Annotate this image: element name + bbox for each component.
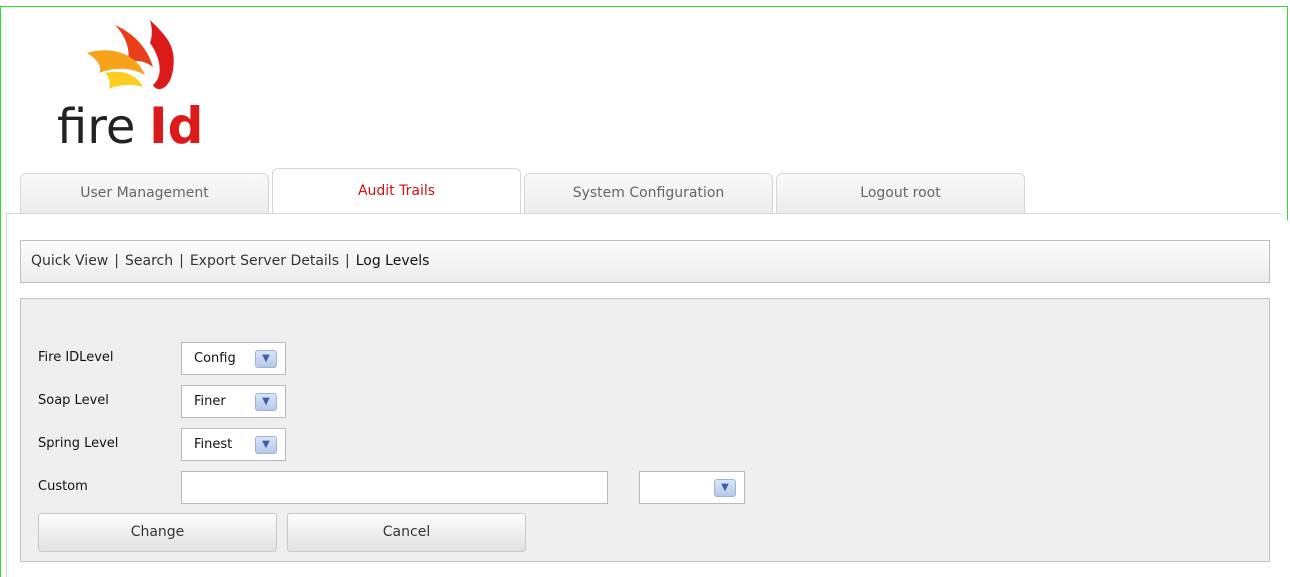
fireid-level-label: Fire IDLevel <box>38 350 114 365</box>
fireid-level-value: Config <box>194 351 236 366</box>
soap-level-select[interactable]: Finer ▼ <box>181 385 286 418</box>
tab-user-management[interactable]: User Management <box>20 173 269 214</box>
spring-level-label: Spring Level <box>38 436 119 451</box>
fireid-level-select[interactable]: Config ▼ <box>181 342 286 375</box>
custom-label: Custom <box>38 479 88 494</box>
subnav-separator: | <box>179 253 184 269</box>
chevron-down-icon[interactable]: ▼ <box>255 436 277 454</box>
spring-level-select[interactable]: Finest ▼ <box>181 428 286 461</box>
cancel-button[interactable]: Cancel <box>287 513 526 552</box>
sub-navigation: Quick View | Search | Export Server Details |… <box>20 240 1270 283</box>
logo-flame-yellow <box>105 71 143 89</box>
subnav-export-server-details[interactable]: Export Server Details <box>190 253 339 269</box>
logo-text-fire: fire <box>57 99 135 150</box>
spring-level-value: Finest <box>194 437 233 452</box>
custom-level-select[interactable]: ▼ <box>639 471 745 504</box>
soap-level-label: Soap Level <box>38 393 109 408</box>
tab-logout[interactable]: Logout root <box>776 173 1025 214</box>
fireid-logo: fire Id <box>57 20 203 150</box>
subnav-search[interactable]: Search <box>125 253 173 269</box>
soap-level-value: Finer <box>194 394 226 409</box>
logo-text-id: Id <box>149 97 203 150</box>
subnav-log-levels[interactable]: Log Levels <box>356 253 430 269</box>
tab-system-configuration[interactable]: System Configuration <box>524 173 773 214</box>
chevron-down-icon[interactable]: ▼ <box>255 393 277 411</box>
subnav-separator: | <box>114 253 119 269</box>
change-button[interactable]: Change <box>38 513 277 552</box>
custom-logger-input[interactable] <box>181 471 608 504</box>
subnav-quick-view[interactable]: Quick View <box>31 253 108 269</box>
chevron-down-icon[interactable]: ▼ <box>255 350 277 368</box>
chevron-down-icon[interactable]: ▼ <box>714 479 736 497</box>
logo-flame-red <box>150 20 174 90</box>
subnav-separator: | <box>345 253 350 269</box>
tab-audit-trails[interactable]: Audit Trails <box>272 168 521 214</box>
